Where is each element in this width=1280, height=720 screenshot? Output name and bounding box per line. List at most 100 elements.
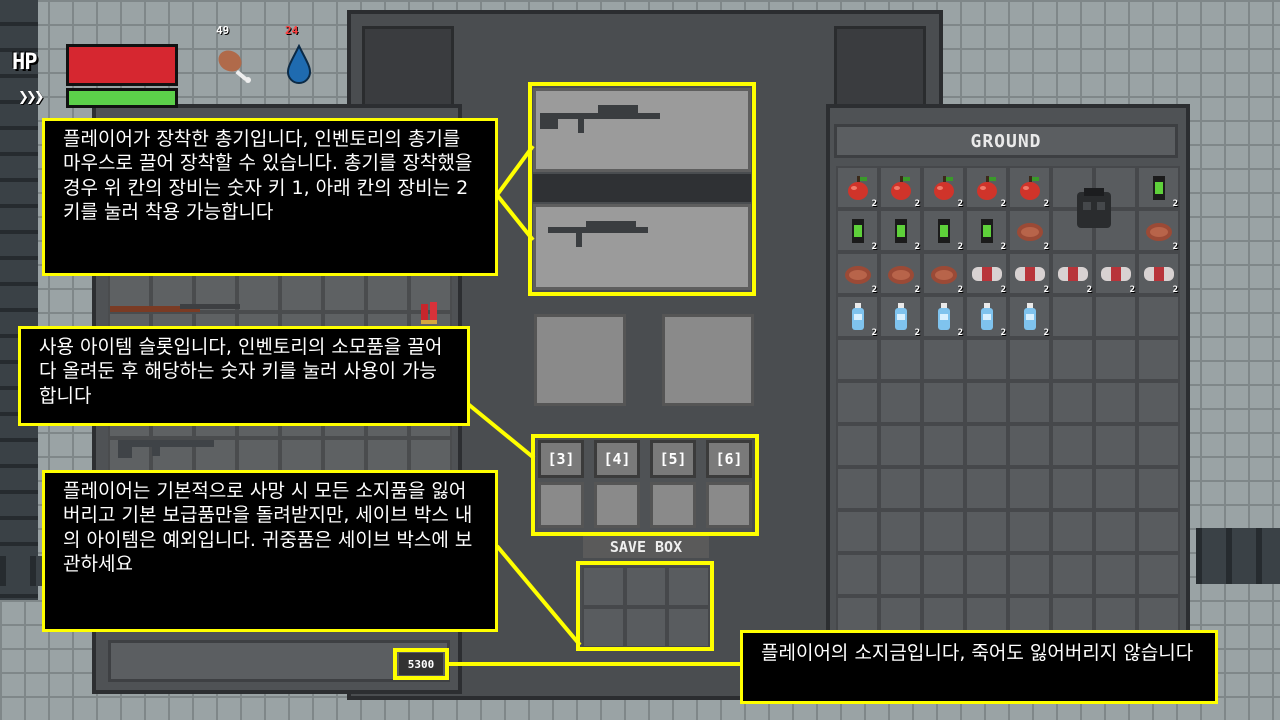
ground-cell[interactable] — [1008, 510, 1051, 553]
ground-cell[interactable] — [1051, 553, 1094, 596]
ground-cell[interactable] — [1094, 338, 1137, 381]
quick-slots-highlight — [531, 434, 759, 536]
energy-drink-icon[interactable]: 2 — [879, 209, 922, 252]
ground-cell[interactable] — [836, 553, 879, 596]
ground-cell[interactable] — [879, 510, 922, 553]
ground-cell[interactable] — [1094, 467, 1137, 510]
energy-drink-icon[interactable]: 2 — [922, 209, 965, 252]
ground-cell[interactable] — [879, 338, 922, 381]
ground-cell[interactable] — [836, 424, 879, 467]
canned-food-icon[interactable]: 2 — [965, 252, 1008, 295]
energy-drink-icon[interactable]: 2 — [1137, 166, 1180, 209]
quick-slot-tutorial-callout: 사용 아이템 슬롯입니다, 인벤토리의 소모품을 끌어다 올려둔 후 해당하는 … — [18, 326, 470, 426]
ground-cell[interactable] — [1051, 295, 1094, 338]
inventory-cell[interactable] — [366, 270, 409, 312]
ground-cell[interactable] — [965, 338, 1008, 381]
item-quantity: 2 — [914, 328, 920, 338]
ground-cell[interactable] — [1137, 338, 1180, 381]
steak-icon[interactable]: 2 — [922, 252, 965, 295]
water-drop-icon — [284, 43, 314, 90]
ground-cell[interactable] — [836, 467, 879, 510]
armor-slot[interactable] — [534, 314, 626, 406]
ground-cell[interactable] — [1051, 510, 1094, 553]
ground-cell[interactable] — [1137, 553, 1180, 596]
canned-food-icon[interactable]: 2 — [1051, 252, 1094, 295]
ground-cell[interactable] — [1008, 338, 1051, 381]
ground-cell[interactable] — [1094, 510, 1137, 553]
apple-icon[interactable]: 2 — [922, 166, 965, 209]
ground-cell[interactable] — [922, 381, 965, 424]
ground-cell[interactable] — [1008, 553, 1051, 596]
money-tutorial-callout: 플레이어의 소지금입니다, 죽어도 잃어버리지 않습니다 — [740, 630, 1218, 704]
canned-food-icon[interactable]: 2 — [1137, 252, 1180, 295]
ground-cell[interactable] — [1137, 467, 1180, 510]
apple-icon[interactable]: 2 — [879, 166, 922, 209]
steak-icon[interactable]: 2 — [836, 252, 879, 295]
ground-cell[interactable] — [879, 553, 922, 596]
water-bottle-icon[interactable]: 2 — [922, 295, 965, 338]
ground-cell[interactable] — [1008, 381, 1051, 424]
ground-cell[interactable] — [1008, 424, 1051, 467]
item-quantity: 2 — [1000, 285, 1006, 295]
ground-cell[interactable] — [965, 553, 1008, 596]
helmet-slot[interactable] — [662, 314, 754, 406]
steak-icon[interactable]: 2 — [1137, 209, 1180, 252]
ground-cell[interactable] — [1051, 381, 1094, 424]
canned-food-icon[interactable]: 2 — [1008, 252, 1051, 295]
ground-cell[interactable] — [836, 338, 879, 381]
ground-cell[interactable] — [1051, 338, 1094, 381]
canned-food-icon[interactable]: 2 — [1094, 252, 1137, 295]
steak-icon[interactable]: 2 — [879, 252, 922, 295]
vest-icon[interactable] — [1051, 166, 1137, 252]
inventory-cell[interactable] — [323, 270, 366, 312]
water-bottle-icon[interactable]: 2 — [879, 295, 922, 338]
inventory-cell[interactable] — [280, 270, 323, 312]
ground-cell[interactable] — [879, 381, 922, 424]
ground-cell[interactable] — [965, 510, 1008, 553]
ground-cell[interactable] — [1137, 510, 1180, 553]
item-quantity: 2 — [1172, 285, 1178, 295]
ground-cell[interactable] — [879, 424, 922, 467]
ground-cell[interactable] — [1094, 553, 1137, 596]
ground-cell[interactable] — [836, 381, 879, 424]
ground-cell[interactable] — [922, 510, 965, 553]
ground-cell[interactable] — [965, 381, 1008, 424]
water-bottle-icon[interactable]: 2 — [836, 295, 879, 338]
ground-cell[interactable] — [922, 424, 965, 467]
apple-icon[interactable]: 2 — [965, 166, 1008, 209]
ground-cell[interactable] — [1137, 424, 1180, 467]
ground-cell[interactable] — [1008, 467, 1051, 510]
ground-cell[interactable] — [1051, 467, 1094, 510]
ground-cell[interactable] — [965, 467, 1008, 510]
ground-cell[interactable] — [1094, 424, 1137, 467]
ground-cell[interactable] — [879, 467, 922, 510]
ground-cell[interactable] — [1094, 295, 1137, 338]
apple-icon[interactable]: 2 — [836, 166, 879, 209]
water-bottle-icon[interactable]: 2 — [1008, 295, 1051, 338]
chevron-triple-icon: ❯❯❯ — [18, 90, 45, 105]
ground-cell[interactable] — [1137, 381, 1180, 424]
ground-cell[interactable] — [1094, 381, 1137, 424]
shotgun-icon[interactable] — [110, 300, 240, 320]
energy-drink-icon[interactable]: 2 — [965, 209, 1008, 252]
shells-icon[interactable] — [418, 300, 442, 326]
ground-cell[interactable] — [836, 510, 879, 553]
ground-title: GROUND — [834, 124, 1178, 158]
rifle-icon[interactable] — [112, 432, 216, 460]
item-quantity: 2 — [871, 242, 877, 252]
item-quantity: 2 — [871, 328, 877, 338]
hp-bar — [66, 44, 178, 86]
ground-cell[interactable] — [1137, 295, 1180, 338]
ground-cell[interactable] — [922, 553, 965, 596]
ground-cell[interactable] — [1051, 424, 1094, 467]
save-box-label: SAVE BOX — [583, 536, 709, 558]
ground-cell[interactable] — [922, 467, 965, 510]
ground-cell[interactable] — [965, 424, 1008, 467]
ground-cell[interactable] — [922, 338, 965, 381]
apple-icon[interactable]: 2 — [1008, 166, 1051, 209]
inventory-cell[interactable] — [237, 270, 280, 312]
steak-icon[interactable]: 2 — [1008, 209, 1051, 252]
water-bottle-icon[interactable]: 2 — [965, 295, 1008, 338]
energy-drink-icon[interactable]: 2 — [836, 209, 879, 252]
item-quantity: 2 — [1043, 199, 1049, 209]
